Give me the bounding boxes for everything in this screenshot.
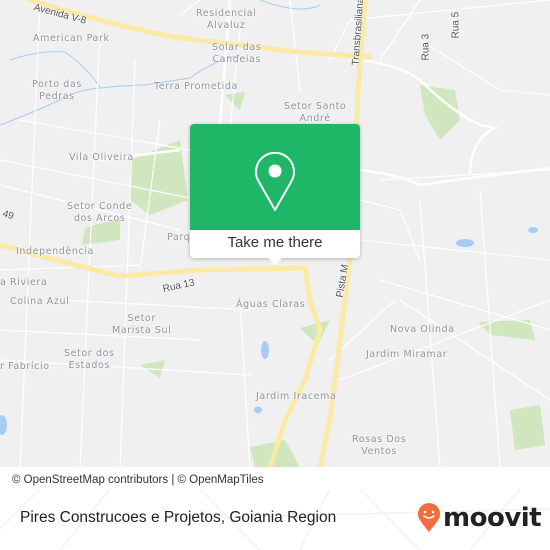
moovit-pin-icon	[418, 503, 440, 532]
place-label-jardim-iracema: Jardim Iracema	[256, 391, 337, 402]
map-attribution[interactable]: © OpenStreetMap contributors | © OpenMap…	[0, 471, 330, 489]
place-label-colina-azul: Colina Azul	[10, 296, 70, 307]
road-label-rua-5: Rua 5	[450, 11, 462, 39]
moovit-wordmark: moovit	[443, 503, 542, 533]
moovit-logo[interactable]: moovit	[417, 503, 542, 533]
park-area	[510, 405, 545, 450]
location-popup[interactable]: Take me there	[190, 124, 360, 265]
place-label-nova-olinda: Nova Olinda	[390, 324, 455, 335]
place-label-porto-das-pedras: Porto das Pedras	[32, 79, 82, 102]
road-rua-13	[0, 242, 323, 467]
place-label-setor-marista-sul: Setor Marista Sul	[112, 313, 172, 336]
place-label-aguas-claras: Águas Claras	[236, 299, 306, 310]
place-label-setor-santo-andre: Setor Santo André	[284, 101, 347, 124]
place-label-setor-fabricio: r Fabrício	[0, 361, 50, 372]
streams	[0, 0, 321, 126]
location-title: Pires Construcoes e Projetos, Goiania Re…	[20, 509, 337, 526]
road-label-rua-3: Rua 3	[420, 33, 432, 61]
place-label-residencial-alvaluz: Residencial Alvaluz	[196, 8, 257, 31]
place-label-parque: Parq	[167, 232, 191, 243]
place-label-independencia: Independência	[16, 246, 94, 257]
place-label-american-park: American Park	[33, 33, 110, 44]
place-label-solar-das-candeias: Solar das Candeias	[212, 42, 262, 65]
map-pin-icon	[255, 152, 295, 211]
park-area	[225, 92, 245, 110]
footer-bar: Pires Construcoes e Projetos, Goiania Re…	[0, 489, 550, 550]
place-label-setor-conde-dos-arcos: Setor Conde dos Arcos	[67, 201, 133, 224]
map[interactable]: Residencial Alvaluz American Park Solar …	[0, 0, 550, 467]
place-label-setor-dos-estados: Setor dos Estados	[64, 348, 115, 371]
take-me-there-button[interactable]: Take me there	[190, 230, 360, 258]
place-label-rosas-dos-ventos: Rosas Dos Ventos	[352, 434, 407, 457]
popup-pointer	[267, 257, 283, 265]
place-label-jardim-miramar: Jardim Miramar	[366, 349, 448, 360]
place-label-riviera: a Riviera	[0, 277, 48, 288]
park-area	[420, 85, 460, 140]
place-label-terra-prometida: Terra Prometida	[154, 81, 238, 92]
place-label-vila-oliveira: Vila Oliveira	[69, 152, 134, 163]
